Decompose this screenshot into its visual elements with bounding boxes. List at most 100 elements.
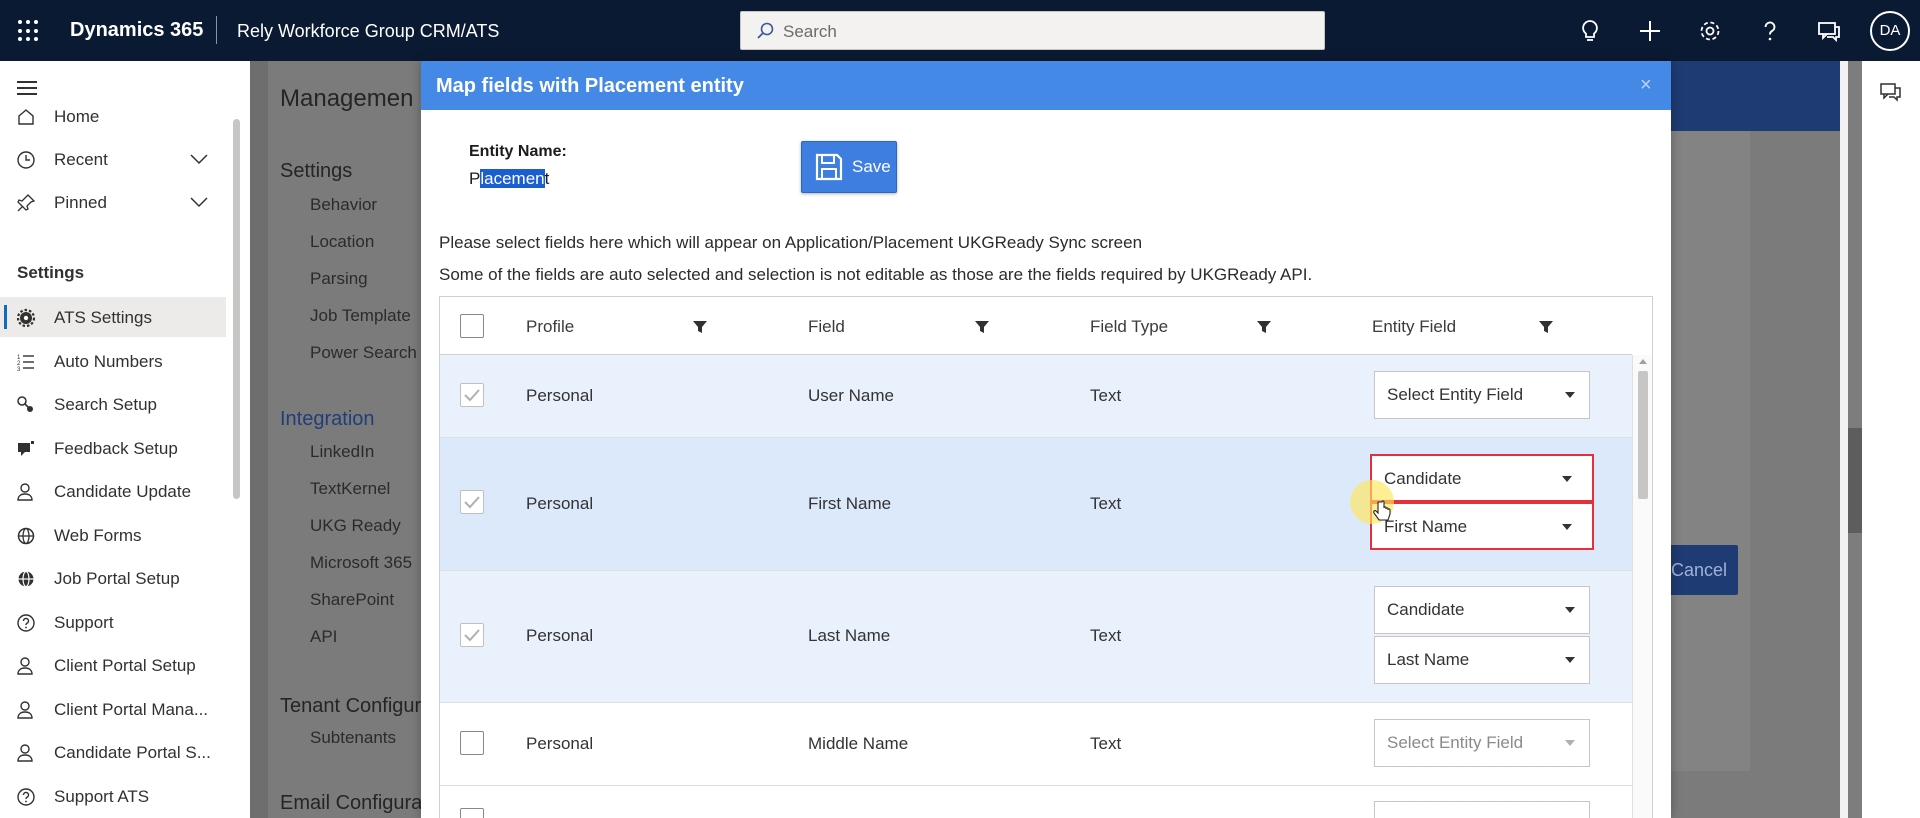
nav-item-client-portal-management[interactable]: Client Portal Mana... [0,689,226,729]
question-icon [17,614,35,632]
close-icon[interactable]: × [1640,74,1652,97]
table-row[interactable]: Personal User Name Text Select Entity Fi… [440,355,1632,438]
bg-link[interactable]: Parsing [310,269,368,289]
nav-item-support[interactable]: Support [0,602,226,642]
grid-scrollbar-thumb[interactable] [1638,371,1648,499]
chat-icon[interactable] [1814,16,1844,46]
nav-item-support-ats[interactable]: Support ATS [0,776,226,816]
chevron-down-icon[interactable] [190,153,208,165]
lightbulb-icon[interactable] [1575,16,1605,46]
entity-name-label: Entity Name: [469,143,567,160]
entity-value-text: t [544,169,550,188]
page-title: Managemen [280,85,414,112]
column-header-profile[interactable]: Profile [526,317,574,337]
feedback-icon [18,441,34,456]
plus-icon[interactable] [1635,16,1665,46]
filter-icon[interactable] [1256,319,1272,335]
nav-label: Support ATS [54,787,150,806]
filter-icon[interactable] [1538,319,1554,335]
entity-dropdown[interactable]: Candidate [1370,454,1594,502]
bg-cancel-button[interactable]: Cancel [1660,545,1738,595]
entity-name-value: Placement [469,169,549,189]
nav-item-ats-settings[interactable]: ATS Settings [0,297,226,337]
grid-scrollbar[interactable] [1632,355,1652,818]
select-all-checkbox[interactable] [460,314,484,338]
person-icon [17,657,33,675]
nav-item-recent[interactable]: Recent [0,139,226,179]
table-row[interactable]: Personal Middle Name Text Select Entity … [440,703,1632,786]
entity-field-dropdown[interactable]: Last Name [1374,636,1590,684]
grid-header: Profile Field Field Type Entity Field [440,297,1632,355]
table-row[interactable]: Personal First Name Text Candidate First… [440,438,1632,571]
person-icon [17,701,33,719]
chevron-down-icon[interactable] [190,196,208,208]
numbered-list-icon: 123 [17,355,34,372]
cell-profile: Personal [526,734,594,753]
cell-field: First Name [808,494,892,513]
scroll-up-arrow-icon[interactable] [1639,359,1647,364]
bg-link[interactable]: Power Search [310,343,417,363]
bg-link[interactable]: SharePoint [310,590,394,610]
page-scrollbar-thumb[interactable] [1848,428,1862,533]
bg-link[interactable]: Subtenants [310,728,396,748]
row-checkbox [460,490,484,514]
nav-item-candidate-portal-setup[interactable]: Candidate Portal S... [0,732,226,772]
bg-link[interactable]: LinkedIn [310,442,374,462]
bg-link[interactable]: Location [310,232,374,252]
row-checkbox[interactable] [460,808,484,818]
app-name[interactable]: Rely Workforce Group CRM/ATS [237,21,499,42]
nav-scrollbar[interactable] [233,119,240,499]
gear-icon [16,308,36,328]
entity-dropdown[interactable]: Candidate [1374,586,1590,634]
nav-item-client-portal-setup[interactable]: Client Portal Setup [0,645,226,685]
nav-item-candidate-update[interactable]: Candidate Update [0,471,226,511]
nav-label: Client Portal Mana... [54,700,209,719]
row-checkbox [460,383,484,407]
dialog-title: Map fields with Placement entity [436,75,744,97]
nav-label: Feedback Setup [54,439,178,458]
save-button[interactable]: Save [801,141,897,193]
nav-item-auto-numbers[interactable]: 123 Auto Numbers [0,341,226,381]
person-icon [17,744,33,762]
column-header-field-type[interactable]: Field Type [1090,317,1168,337]
global-search-input[interactable]: Search [740,11,1325,50]
hand-cursor-icon [1373,500,1391,521]
chat-icon[interactable] [1879,81,1903,103]
hamburger-menu-icon[interactable] [17,81,37,95]
help-icon[interactable] [1755,16,1785,46]
bg-card [1670,131,1750,771]
bg-link[interactable]: TextKernel [310,479,390,499]
nav-item-home[interactable]: Home [0,96,226,136]
bg-link[interactable]: API [310,627,337,647]
bg-link[interactable]: Microsoft 365 [310,553,412,573]
entity-field-dropdown[interactable]: Select Entity Field [1374,371,1590,419]
table-row[interactable] [440,786,1632,818]
bg-link[interactable]: UKG Ready [310,516,401,536]
nav-item-web-forms[interactable]: Web Forms [0,515,226,555]
filter-icon[interactable] [692,319,708,335]
nav-item-feedback-setup[interactable]: Feedback Setup [0,428,226,468]
avatar[interactable]: DA [1870,11,1910,51]
dropdown-value: Last Name [1387,650,1470,669]
table-row[interactable]: Personal Last Name Text Candidate Last N… [440,571,1632,703]
caret-down-icon [1565,657,1575,663]
settings-icon[interactable] [1695,16,1725,46]
nav-item-pinned[interactable]: Pinned [0,182,226,222]
nav-label: Search Setup [54,395,158,414]
filter-icon[interactable] [974,319,990,335]
column-header-field[interactable]: Field [808,317,845,337]
brand-title[interactable]: Dynamics 365 [70,19,203,42]
nav-item-job-portal-setup[interactable]: Job Portal Setup [0,558,226,598]
dropdown-value: Select Entity Field [1387,385,1524,404]
question-icon [17,788,35,806]
bg-link[interactable]: Behavior [310,195,377,215]
dropdown-value: Candidate [1384,469,1462,488]
instruction-text: Please select fields here which will app… [439,233,1143,252]
nav-item-search-setup[interactable]: Search Setup [0,384,226,424]
waffle-icon[interactable] [18,20,40,42]
row-checkbox[interactable] [460,731,484,755]
column-header-entity-field[interactable]: Entity Field [1372,317,1456,337]
bg-link[interactable]: Job Template [310,306,411,326]
entity-field-dropdown[interactable]: First Name [1370,502,1594,550]
left-navigation: Home Recent Pinned Settings ATS Settings… [0,61,250,818]
